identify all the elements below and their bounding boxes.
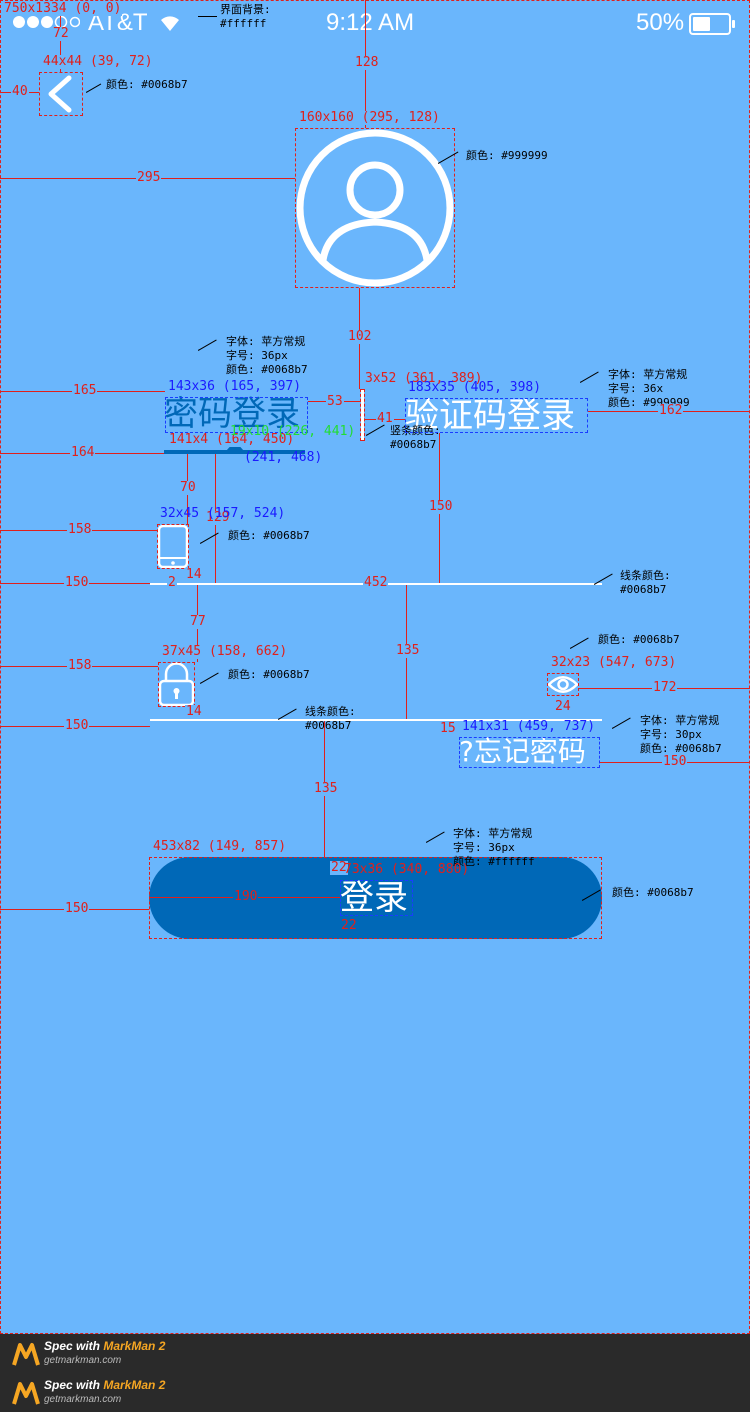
tab2-bounds <box>405 398 588 433</box>
avatar-bounds <box>295 128 455 288</box>
footer-site: getmarkman.com <box>44 1355 122 1366</box>
forgot-bounds <box>459 737 600 768</box>
back-bounds <box>39 72 83 116</box>
spec-eye-color: 颜色: #0068b7 <box>598 633 680 646</box>
button-text-bounds <box>340 880 413 916</box>
spec-lock-color: 颜色: #0068b7 <box>228 668 310 681</box>
spec-phone-size: 32x45 (157, 524) <box>160 506 286 521</box>
spec-d150e: 150 <box>64 901 90 916</box>
spec-d162: 162 <box>658 403 684 418</box>
eye-bounds <box>547 673 579 696</box>
spec-eye-size: 32x23 (547, 673) <box>550 655 678 670</box>
markman-footer: Spec with MarkMan 2 getmarkman.com <box>0 1334 750 1373</box>
footer-site: getmarkman.com <box>44 1394 122 1405</box>
spec-d14b: 14 <box>185 704 203 719</box>
spec-d172: 172 <box>652 680 678 695</box>
spec-d77: 77 <box>189 614 207 629</box>
footer-brand: MarkMan 2 <box>103 1339 166 1353</box>
spec-avatar-size: 160x160 (295, 128) <box>298 110 441 125</box>
spec-avatar-color: 颜色: #999999 <box>466 149 548 162</box>
spec-d164: 164 <box>70 445 96 460</box>
pointer-arrow <box>198 16 217 17</box>
spec-d190: 190 <box>233 889 259 904</box>
spec-lock-size: 37x45 (158, 662) <box>161 644 289 659</box>
spec-tab1-size: 143x36 (165, 397) <box>168 379 302 394</box>
spec-line1-color: 线条颜色: #0068b7 <box>620 569 671 596</box>
spec-d150c: 150 <box>662 754 688 769</box>
spec-d135b: 135 <box>313 781 339 796</box>
spec-d295: 295 <box>136 170 162 185</box>
spec-back-color: 颜色: #0068b7 <box>106 78 188 91</box>
divider-bounds <box>360 389 365 441</box>
spec-back-size: 44x44 (39, 72) <box>42 54 154 69</box>
lock-bounds <box>158 662 195 707</box>
spec-tab2-size: 183x35 (405, 398) <box>408 380 542 395</box>
markman-logo-icon <box>12 1381 40 1405</box>
spec-d53: 53 <box>326 394 344 409</box>
spec-point-241: (241, 468) <box>244 450 323 465</box>
spec-d165: 165 <box>72 383 98 398</box>
spec-d128: 128 <box>354 55 380 70</box>
spec-triangle-size: 19x10 (226, 441) <box>230 424 356 439</box>
spec-d2: 2 <box>167 575 177 590</box>
spec-d15: 15 <box>439 721 457 736</box>
spec-bg-note: 界面背景: #ffffff <box>220 3 271 30</box>
spec-d14a: 14 <box>185 567 203 582</box>
spec-d72: 72 <box>52 26 70 41</box>
markman-footer-2: Spec with MarkMan 2 getmarkman.com <box>0 1373 750 1412</box>
footer-brand: MarkMan 2 <box>103 1378 166 1392</box>
spec-tab1-font: 字体: 苹方常规 字号: 36px 颜色: #0068b7 <box>226 335 308 376</box>
spec-screen-size: 750x1334 (0, 0) <box>3 1 123 16</box>
footer-spec-with: Spec with <box>44 1339 104 1353</box>
spec-line2-color: 线条颜色: #0068b7 <box>305 705 356 732</box>
markman-logo-icon <box>12 1342 40 1366</box>
footer-spec-with: Spec with <box>44 1378 104 1392</box>
spec-d158b: 158 <box>67 658 93 673</box>
spec-d24: 24 <box>554 699 572 714</box>
phone-bounds <box>157 524 189 569</box>
spec-d40: 40 <box>11 84 29 99</box>
spec-d22b: 22 <box>340 918 358 933</box>
spec-phone-color: 颜色: #0068b7 <box>228 529 310 542</box>
spec-button-color: 颜色: #0068b7 <box>612 886 694 899</box>
spec-d158a: 158 <box>67 522 93 537</box>
spec-d150b: 150 <box>64 575 90 590</box>
spec-button-text-size: 73x36 (340, 880) <box>344 862 470 877</box>
spec-button-size: 453x82 (149, 857) <box>152 839 288 854</box>
spec-forgot-font: 字体: 苹方常规 字号: 30px 颜色: #0068b7 <box>640 714 722 755</box>
spec-d150d: 150 <box>64 718 90 733</box>
screen: AT&T 9:12 AM 50% 密码登录 验证码登录 ?忘记密码 登录 750… <box>0 0 750 1334</box>
spec-forgot-size: 141x31 (459, 737) <box>462 719 596 734</box>
spec-d452: 452 <box>363 575 389 590</box>
spec-d70: 70 <box>179 480 197 495</box>
spec-d150a: 150 <box>428 499 454 514</box>
spec-d135a: 135 <box>395 643 421 658</box>
spec-d102: 102 <box>347 329 373 344</box>
